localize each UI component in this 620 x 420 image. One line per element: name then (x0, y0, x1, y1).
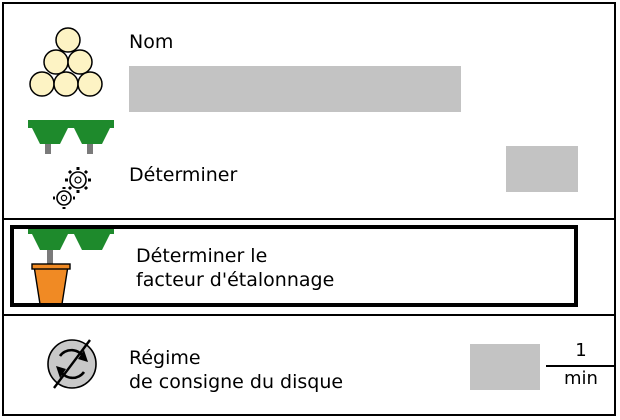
hopper-gears-icon (28, 120, 114, 209)
name-label: Nom (129, 31, 174, 53)
determine-label: Déterminer (129, 164, 238, 186)
name-input[interactable] (129, 66, 461, 112)
disc-speed-label-line1: Régime (129, 347, 201, 369)
unit-numerator: 1 (575, 340, 587, 361)
unit-denominator: min (564, 368, 598, 389)
selection-frame (10, 225, 578, 307)
disc-speed-label-line2: de consigne du disque (129, 371, 344, 393)
row-name[interactable]: Nom (4, 4, 614, 114)
material-balls-icon (29, 27, 103, 97)
unit-fraction-bar (546, 365, 616, 367)
calibration-menu: Nom Déterminer Déterminer le facteur d'é… (2, 2, 616, 416)
row-disc-speed[interactable]: Régime de consigne du disque 1 min (4, 316, 616, 416)
disc-speed-value-field[interactable] (470, 344, 540, 390)
divider (4, 218, 614, 220)
determine-value-field[interactable] (506, 146, 578, 192)
disc-speed-disabled-icon (47, 339, 97, 389)
row-determine[interactable]: Déterminer (4, 114, 614, 220)
